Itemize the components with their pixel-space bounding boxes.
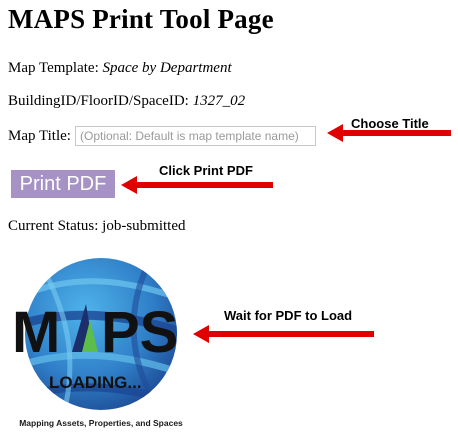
building-id-row: BuildingID/FloorID/SpaceID: 1327_02: [8, 93, 245, 110]
maps-loading-logo: M PS LOADING...: [12, 258, 178, 410]
click-print-annotation: Click Print PDF: [159, 163, 253, 178]
wait-pdf-arrow-icon: [193, 325, 374, 343]
click-print-arrow-icon: [121, 176, 273, 194]
status-label: Current Status:: [8, 218, 99, 234]
map-template-label: Map Template:: [8, 60, 99, 76]
logo-tagline: Mapping Assets, Properties, and Spaces: [19, 418, 183, 428]
wait-pdf-annotation: Wait for PDF to Load: [224, 308, 353, 323]
status-row: Current Status: job-submitted: [8, 218, 186, 235]
map-template-row: Map Template: Space by Department: [8, 60, 232, 77]
building-id-value: 1327_02: [192, 93, 246, 109]
choose-title-annotation: Choose Title: [351, 116, 429, 131]
status-value: job-submitted: [102, 218, 186, 234]
map-title-row: Map Title:: [8, 128, 71, 145]
map-template-value: Space by Department: [102, 60, 232, 76]
svg-text:M: M: [12, 300, 60, 365]
print-pdf-button[interactable]: Print PDF: [11, 170, 115, 198]
svg-text:LOADING...: LOADING...: [49, 373, 142, 392]
svg-text:PS: PS: [101, 300, 178, 365]
map-title-input[interactable]: [75, 126, 316, 146]
building-id-label: BuildingID/FloorID/SpaceID:: [8, 93, 189, 109]
page-title: MAPS Print Tool Page: [8, 4, 274, 34]
map-title-label: Map Title:: [8, 128, 71, 144]
